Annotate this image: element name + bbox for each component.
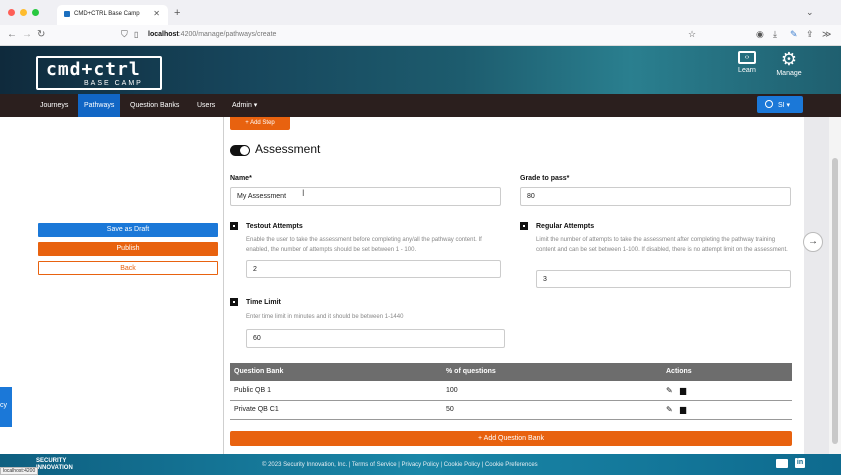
text-cursor-icon: I [302,188,305,198]
table-row: Public QB 1 100 ✎ ▆ [230,382,792,401]
edit-icon[interactable]: ✎ [666,405,673,414]
user-circle-icon [765,100,773,108]
time-limit-input[interactable] [246,329,505,348]
new-tab-button[interactable]: + [174,7,180,19]
col-question-bank: Question Bank [234,368,284,375]
learn-button[interactable]: ‹› Learn [733,51,761,74]
share-icon[interactable]: ⇪ [806,29,814,40]
grade-label: Grade to pass* [520,175,570,182]
assessment-name-input[interactable] [230,187,501,206]
nav-pathways[interactable]: Pathways [78,94,121,117]
regular-checkbox[interactable] [520,222,528,230]
tab-title: CMD+CTRL Base Camp [74,11,140,17]
question-bank-table-header: Question Bank % of questions Actions [230,363,792,381]
left-edge-text: cy [0,402,7,409]
reload-icon[interactable]: ↻ [37,29,45,40]
regular-label: Regular Attempts [536,223,595,230]
logo-sub-text: BASE CAMP [84,80,143,87]
testout-help: Enable the user to take the assessment b… [246,237,482,253]
regular-attempts-input[interactable] [536,270,791,288]
bank-name: Public QB 1 [234,387,271,394]
nav-question-banks[interactable]: Question Banks [124,94,185,117]
browser-tab[interactable]: CMD+CTRL Base Camp ✕ [57,5,168,25]
url-path: :4200/manage/pathways/create [178,31,277,38]
left-action-panel [0,117,225,454]
user-menu-button[interactable]: SI ▾ [757,96,803,113]
manage-label: Manage [776,70,802,77]
grade-to-pass-input[interactable] [520,187,791,206]
tab-list-chevron-icon[interactable]: ⌄ [806,7,814,18]
testout-attempts-input[interactable] [246,260,501,278]
time-limit-help: Enter time limit in minutes and it shoul… [246,314,404,320]
user-initials: SI ▾ [777,102,791,109]
trash-icon[interactable]: ▆ [680,386,686,395]
learn-label: Learn [738,67,756,74]
security-innovation-logo[interactable]: SECURITY INNOVATION [36,458,96,472]
publish-button[interactable]: Publish [38,242,218,256]
bookmark-star-icon[interactable]: ☆ [688,29,696,40]
page-icon: ▯ [134,30,139,39]
add-question-bank-button[interactable]: + Add Question Bank [230,431,792,446]
assessment-toggle[interactable] [230,145,250,156]
minimize-window-dot[interactable] [20,9,27,16]
url-host: localhost [148,31,179,38]
more-tools-icon[interactable]: ≫ [822,29,831,40]
scrollbar-thumb[interactable] [832,158,838,444]
status-url: localhost:4200 [0,467,39,475]
time-limit-checkbox[interactable] [230,298,238,306]
shield-icon[interactable]: ⛉ [121,29,128,40]
forward-arrow-icon[interactable]: → [22,29,32,40]
site-favicon-icon [64,11,70,17]
add-step-button[interactable]: + Add Step [230,117,290,130]
download-icon[interactable]: ⤓ [773,29,777,40]
back-button[interactable]: Back [38,261,218,275]
url-text[interactable]: localhost:4200/manage/pathways/create [148,31,276,38]
assessment-heading: Assessment [255,142,321,156]
back-arrow-icon[interactable]: ← [7,29,17,40]
next-arrow-icon[interactable]: → [803,232,823,252]
save-as-draft-button[interactable]: Save as Draft [38,223,218,237]
edit-icon[interactable]: ✎ [666,386,673,395]
bank-percent: 100 [446,387,458,394]
nav-journeys[interactable]: Journeys [34,94,74,117]
close-window-dot[interactable] [8,9,15,16]
testout-checkbox[interactable] [230,222,238,230]
logo-main-text: cmd+ctrl [46,59,141,80]
footer-links[interactable]: © 2023 Security Innovation, Inc. | Terms… [262,462,538,468]
testout-label: Testout Attempts [246,223,303,230]
col-actions: Actions [666,368,692,375]
nav-users[interactable]: Users [191,94,221,117]
extension-icon[interactable]: ✎ [790,29,798,40]
bank-percent: 50 [446,406,454,413]
close-tab-icon[interactable]: ✕ [153,9,160,18]
name-label: Name* [230,175,252,182]
table-row: Private QB C1 50 ✎ ▆ [230,401,792,420]
cmd-ctrl-logo[interactable]: cmd+ctrl BASE CAMP [36,56,162,90]
nav-admin[interactable]: Admin ▾ [226,94,263,117]
manage-button[interactable]: ⚙ Manage [773,50,805,77]
trash-icon[interactable]: ▆ [680,405,686,414]
bank-name: Private QB C1 [234,406,279,413]
col-percent: % of questions [446,368,496,375]
email-icon[interactable] [776,459,788,468]
gear-icon: ⚙ [780,49,798,69]
pocket-icon[interactable]: ◉ [756,29,764,40]
time-limit-label: Time Limit [246,299,281,306]
linkedin-icon[interactable]: in [795,458,805,468]
maximize-window-dot[interactable] [32,9,39,16]
monitor-icon: ‹› [738,51,756,64]
regular-help: Limit the number of attempts to take the… [536,237,788,253]
